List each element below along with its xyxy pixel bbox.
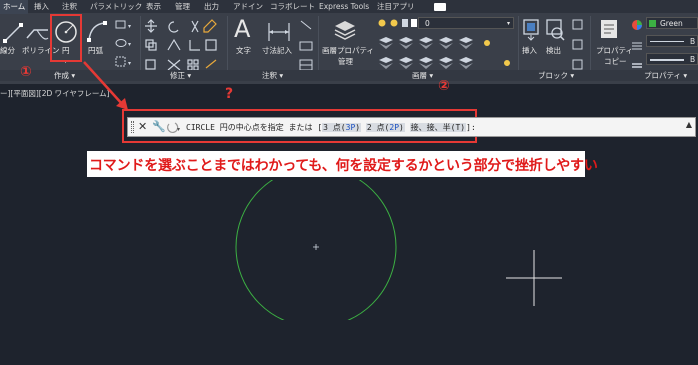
panel-properties-title[interactable]: プロパティ ▾	[644, 70, 688, 81]
layer-dropdown[interactable]: 0 ▾	[418, 17, 514, 29]
drawn-circle[interactable]	[230, 180, 400, 320]
linetype-dropdown[interactable]: B	[646, 35, 698, 47]
command-line[interactable]: ✕ 🔧 ▾ CIRCLE 円の中心点を指定 または [3 点(3P) 2 点(2…	[127, 117, 696, 137]
annotation-small-tools-icon[interactable]	[298, 18, 314, 74]
layer-properties-icon[interactable]	[333, 18, 357, 42]
layer-state-icons[interactable]	[377, 16, 417, 30]
lineweight-preview	[650, 59, 684, 61]
tab-annotate[interactable]: 注釈	[62, 0, 77, 14]
match-properties-label-2[interactable]: コピー	[604, 57, 627, 66]
question-mark: ?	[225, 86, 234, 102]
panel-annotation-title[interactable]: 注釈 ▾	[262, 70, 284, 81]
svg-text:▾: ▾	[177, 126, 180, 133]
insert-label[interactable]: 挿入	[522, 46, 537, 55]
dimension-label[interactable]: 寸法記入	[262, 46, 292, 55]
match-properties-icon[interactable]	[598, 18, 622, 42]
tab-home[interactable]: ホーム	[0, 0, 29, 14]
modify-tools-icon[interactable]	[144, 18, 220, 78]
tab-view[interactable]: 表示	[146, 0, 161, 14]
option-ttr[interactable]: 接、接、半(T)	[409, 123, 467, 132]
chevron-down-icon: ▾	[506, 20, 510, 27]
line-label[interactable]: 線分	[0, 46, 15, 55]
layer-manage-label[interactable]: 管理	[338, 57, 353, 66]
detect-label[interactable]: 検出	[546, 46, 561, 55]
tab-parametric[interactable]: パラメトリック	[90, 0, 142, 14]
detect-icon[interactable]	[544, 18, 566, 42]
layer-properties-label[interactable]: 画層プロパティ	[322, 46, 374, 55]
linetype-preview	[650, 41, 684, 42]
option-2-point[interactable]: 2 点(2P)	[365, 123, 405, 132]
option-3-point[interactable]: 3 点(3P)	[322, 123, 362, 132]
match-properties-label-1[interactable]: プロパティ	[596, 46, 633, 55]
tab-overflow-icon[interactable]	[434, 3, 446, 11]
tab-output[interactable]: 出力	[204, 0, 219, 14]
panel-layers-title[interactable]: 画層 ▾	[412, 70, 434, 81]
arc-icon[interactable]	[86, 20, 108, 44]
text-icon[interactable]: A	[234, 16, 250, 42]
arc-label[interactable]: 円弧	[88, 46, 103, 55]
color-wheel-icon[interactable]	[630, 17, 644, 73]
lineweight-dropdown[interactable]: B	[646, 53, 698, 65]
panel-draw-title[interactable]: 作成 ▾	[54, 70, 76, 81]
callout-box: コマンドを選ぶことまではわかっても、何を設定するかという部分で挫折しやすい	[87, 151, 598, 177]
close-icon[interactable]: ✕	[138, 120, 147, 133]
polyline-icon[interactable]	[24, 22, 50, 44]
color-dropdown[interactable]: Green	[646, 17, 698, 29]
ribbon-tab-bar: ホーム 挿入 注釈 パラメトリック 表示 管理 出力 アドイン コラボレート E…	[0, 0, 698, 14]
tab-featured-apps[interactable]: 注目アプリ	[377, 0, 415, 14]
crosshair-cursor	[506, 250, 562, 306]
panel-modify-title[interactable]: 修正 ▾	[170, 70, 192, 81]
marker-2: ②	[438, 78, 450, 94]
svg-text:▾: ▾	[128, 41, 131, 48]
svg-text:▾: ▾	[128, 23, 131, 30]
tab-insert[interactable]: 挿入	[34, 0, 49, 14]
grip-icon[interactable]	[131, 121, 134, 133]
block-small-tools-icon[interactable]	[571, 18, 585, 74]
tab-manage[interactable]: 管理	[175, 0, 190, 14]
line-icon[interactable]	[2, 22, 24, 44]
wrench-icon[interactable]: 🔧	[152, 120, 166, 133]
command-prompt: CIRCLE 円の中心点を指定 または [3 点(3P) 2 点(2P) 接、接…	[186, 122, 476, 133]
dimension-icon[interactable]	[266, 20, 292, 44]
circle-tool-highlight	[50, 14, 82, 62]
history-up-icon[interactable]: ▲	[686, 120, 692, 129]
command-prompt-prefix: CIRCLE 円の中心点を指定 または [	[186, 123, 323, 132]
text-label[interactable]: 文字	[236, 46, 251, 55]
tab-express-tools[interactable]: Express Tools	[319, 0, 369, 14]
color-swatch	[649, 20, 656, 27]
marker-1: ①	[20, 64, 32, 80]
command-prompt-suffix: ]:	[466, 123, 476, 132]
tab-collaborate[interactable]: コラボレート	[270, 0, 315, 14]
insert-block-icon[interactable]	[521, 18, 541, 42]
panel-block-title[interactable]: ブロック ▾	[538, 70, 575, 81]
tab-addins[interactable]: アドイン	[233, 0, 263, 14]
command-icon[interactable]: ▾	[167, 122, 183, 134]
red-arrow	[83, 61, 128, 110]
callout-text: コマンドを選ぶことまではわかっても、何を設定するかという部分で挫折しやすい	[89, 158, 598, 174]
